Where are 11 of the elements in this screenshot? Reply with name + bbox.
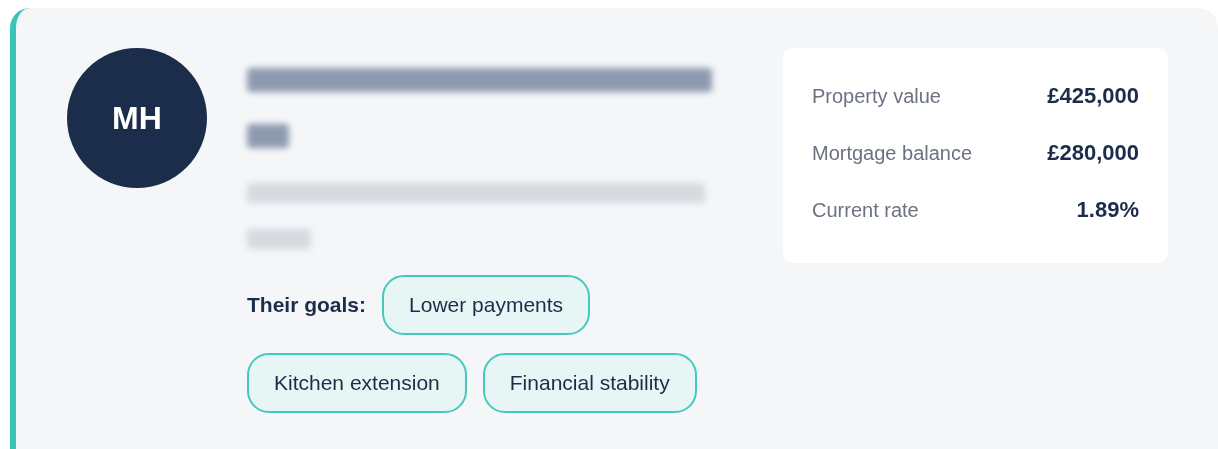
goal-tag: Kitchen extension bbox=[247, 353, 467, 413]
stat-label: Current rate bbox=[812, 197, 919, 223]
stat-value: £425,000 bbox=[1047, 82, 1139, 110]
stat-value: 1.89% bbox=[1076, 196, 1139, 224]
stat-label: Property value bbox=[812, 83, 941, 109]
stat-label: Mortgage balance bbox=[812, 140, 973, 166]
goals-label: Their goals: bbox=[247, 292, 367, 319]
avatar: MH bbox=[67, 48, 207, 188]
stat-value: £280,000 bbox=[1047, 139, 1139, 167]
goal-tag: Financial stability bbox=[482, 353, 697, 413]
goal-tag: Lower payments bbox=[382, 275, 591, 335]
